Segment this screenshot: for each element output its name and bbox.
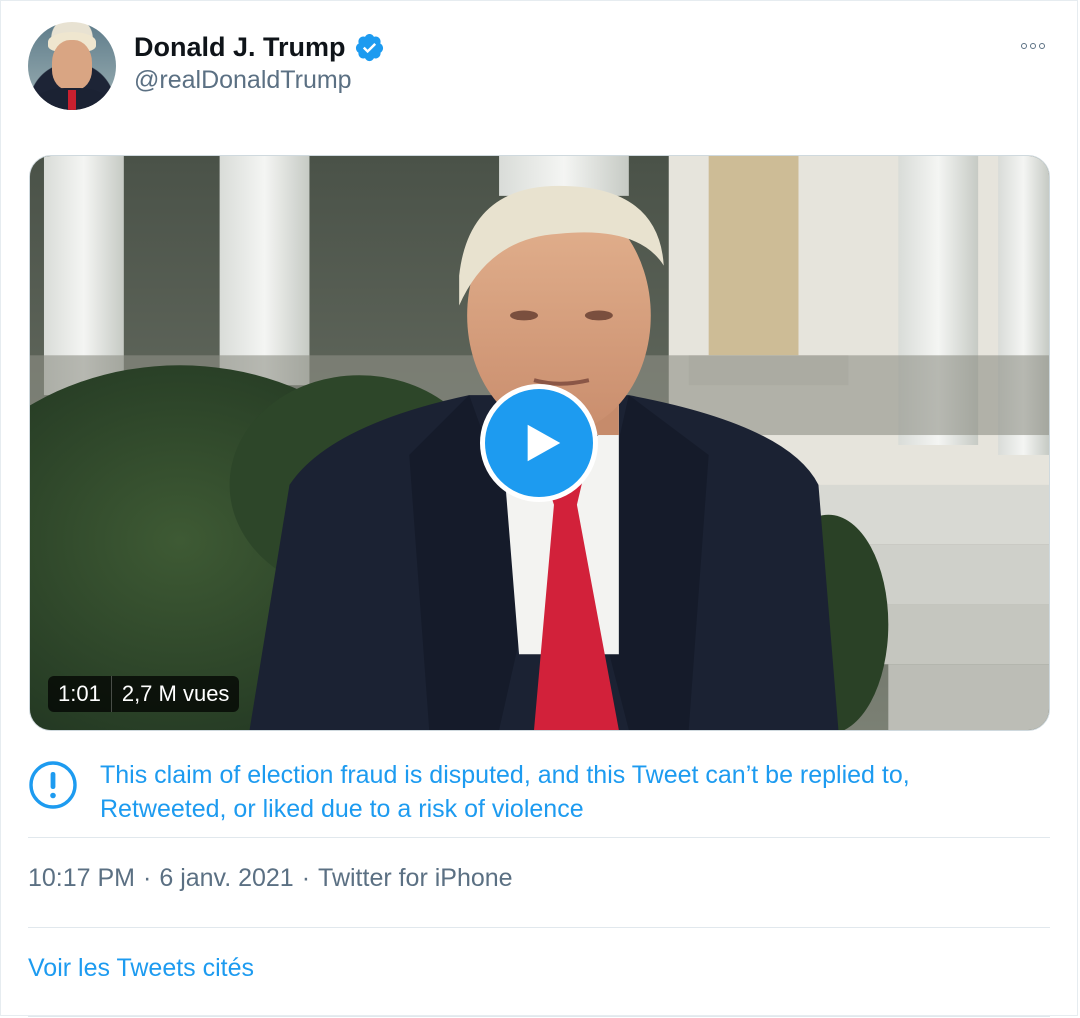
avatar-face [52, 40, 92, 90]
avatar[interactable] [28, 22, 116, 110]
divider [28, 1016, 1050, 1017]
more-icon-dot [1030, 43, 1036, 49]
more-icon [1021, 43, 1027, 49]
video-player[interactable]: 1:01 2,7 M vues [29, 155, 1050, 731]
meta-separator: · [301, 864, 311, 892]
tweet-date[interactable]: 6 janv. 2021 [159, 864, 293, 893]
tweet-time[interactable]: 10:17 PM [28, 864, 135, 893]
author-handle[interactable]: @realDonaldTrump [134, 66, 352, 95]
verified-badge-icon [355, 33, 383, 61]
misinformation-notice[interactable]: This claim of election fraud is disputed… [28, 758, 1038, 826]
tweet-meta: 10:17 PM · 6 janv. 2021 · Twitter for iP… [28, 864, 513, 893]
avatar-tie [68, 90, 76, 110]
author-name-row[interactable]: Donald J. Trump [134, 30, 385, 64]
divider [28, 927, 1050, 928]
play-button[interactable] [480, 384, 598, 502]
meta-separator: · [143, 864, 152, 892]
video-info-badge: 1:01 2,7 M vues [48, 676, 240, 712]
divider [28, 837, 1050, 838]
exclamation-circle-icon [29, 761, 77, 809]
notice-text[interactable]: This claim of election fraud is disputed… [100, 758, 1038, 826]
video-duration: 1:01 [58, 681, 101, 706]
tweet-source[interactable]: Twitter for iPhone [318, 864, 513, 893]
play-icon [527, 424, 561, 462]
video-views: 2,7 M vues [121, 681, 230, 706]
display-name[interactable]: Donald J. Trump [134, 32, 346, 63]
view-quote-tweets-link[interactable]: Voir les Tweets cités [28, 954, 254, 983]
more-button[interactable] [1012, 32, 1054, 60]
more-icon-dot [1039, 43, 1045, 49]
